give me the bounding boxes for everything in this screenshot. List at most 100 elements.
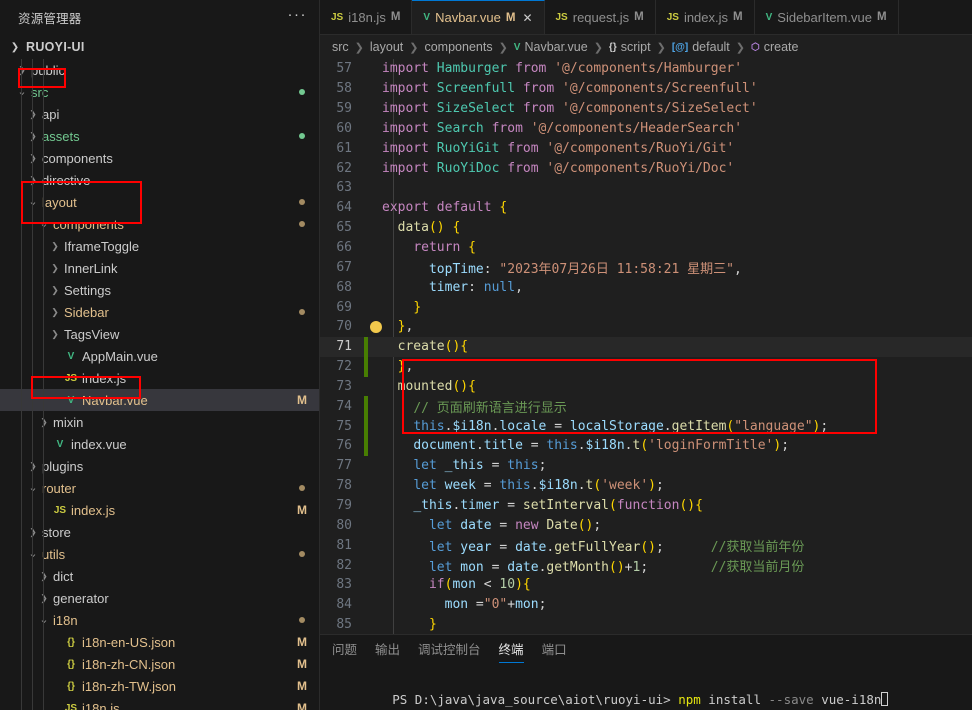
code-line[interactable]: 71 create(){: [320, 336, 972, 357]
tree-item-label: public: [31, 62, 65, 78]
breadcrumb-separator-icon: ❯: [498, 41, 508, 54]
tree-item-i18n-en-us-json[interactable]: {} i18n-en-US.json M: [0, 631, 319, 653]
folder-status-dot: [299, 617, 305, 623]
code-editor[interactable]: 57 import Hamburger from '@/components/Ha…: [320, 59, 972, 634]
tree-item-settings[interactable]: ❯ Settings: [0, 279, 319, 301]
code-line[interactable]: 84 mon ="0"+mon;: [320, 595, 972, 615]
code-line[interactable]: 59 import SizeSelect from '@/components/S…: [320, 99, 972, 119]
terminal-output[interactable]: PS D:\java\java_source\aiot\ruoyi-ui> np…: [320, 665, 972, 710]
code-line[interactable]: 60 import Search from '@/components/Heade…: [320, 119, 972, 139]
tab-request-js[interactable]: JS request.js M: [544, 0, 656, 34]
tree-item-index-vue[interactable]: Vindex.vue: [0, 433, 319, 455]
more-actions-icon[interactable]: ···: [288, 7, 308, 26]
tree-item-navbar-vue[interactable]: V Navbar.vue M: [0, 389, 319, 411]
tree-item-tagsview[interactable]: ❯ TagsView: [0, 323, 319, 345]
code-line[interactable]: 82 let mon = date.getMonth()+1; //获取当前月份: [320, 555, 972, 575]
code-line[interactable]: 61 import RuoYiGit from '@/components/Ruo…: [320, 138, 972, 158]
tree-item-components[interactable]: ⌄ components: [0, 213, 319, 235]
breadcrumb-item-default[interactable]: [@] default: [672, 40, 730, 54]
panel-tab-调试控制台[interactable]: 调试控制台: [418, 635, 481, 665]
tree-item-i18n-zh-tw-json[interactable]: {} i18n-zh-TW.json M: [0, 675, 319, 697]
code-line[interactable]: 63: [320, 178, 972, 198]
tree-item-router[interactable]: ⌄ router: [0, 477, 319, 499]
tree-item-iframetoggle[interactable]: ❯ IframeToggle: [0, 235, 319, 257]
panel-tab-问题[interactable]: 问题: [332, 635, 357, 665]
tab-i18n-js[interactable]: JS i18n.js M: [320, 0, 413, 34]
line-number: 67: [336, 259, 352, 275]
panel-tab-输出[interactable]: 输出: [375, 635, 400, 665]
chevron-right-icon: ❯: [51, 263, 59, 273]
tree-item-store[interactable]: ❯store: [0, 521, 319, 543]
tree-item-components[interactable]: ❯components: [0, 147, 319, 169]
code-text: timer: null,: [428, 279, 523, 295]
tab-navbar-vue[interactable]: V Navbar.vue M ✕: [412, 0, 545, 34]
breadcrumb-item-components[interactable]: components: [424, 40, 492, 54]
code-line[interactable]: 67 topTime: "2023年07月26日 11:58:21 星期三",: [320, 257, 972, 277]
chevron-right-icon: ❯: [37, 411, 51, 433]
tree-item-plugins[interactable]: ❯plugins: [0, 455, 319, 477]
code-line[interactable]: 85 }: [320, 615, 972, 634]
code-line[interactable]: 70 },: [320, 317, 972, 337]
code-line[interactable]: 79 _this.timer = setInterval(function(){: [320, 496, 972, 516]
tree-item-api[interactable]: ❯api: [0, 103, 319, 125]
explorer-root-folder[interactable]: ❯ RUOYI-UI: [0, 35, 319, 59]
code-line[interactable]: 66 return {: [320, 238, 972, 258]
modified-badge: M: [297, 393, 307, 407]
code-line[interactable]: 75 this.$i18n.locale = localStorage.getI…: [320, 416, 972, 437]
close-icon[interactable]: ✕: [522, 11, 532, 25]
breadcrumb-item-navbar-vue[interactable]: V Navbar.vue: [514, 40, 588, 54]
code-line[interactable]: 74 // 页面刷新语言进行显示: [320, 396, 972, 417]
code-line[interactable]: 78 let week = this.$i18n.t('week');: [320, 476, 972, 496]
tree-item-public[interactable]: ❯public: [0, 59, 319, 81]
tree-item-layout[interactable]: ⌄ layout: [0, 191, 319, 213]
code-line[interactable]: 69 }: [320, 297, 972, 317]
code-line[interactable]: 65 data() {: [320, 218, 972, 238]
tree-item-innerlink[interactable]: ❯ InnerLink: [0, 257, 319, 279]
code-line[interactable]: 83 if(mon < 10){: [320, 575, 972, 595]
code-line[interactable]: 76 document.title = this.$i18n.t('loginF…: [320, 436, 972, 456]
tree-item-generator[interactable]: ❯generator: [0, 587, 319, 609]
code-line[interactable]: 81 let year = date.getFullYear(); //获取当前…: [320, 535, 972, 555]
tree-item-assets[interactable]: ❯assets: [0, 125, 319, 147]
code-text: import Search from '@/components/HeaderS…: [382, 120, 743, 136]
tree-item-i18n-zh-cn-json[interactable]: {} i18n-zh-CN.json M: [0, 653, 319, 675]
code-line[interactable]: 73 mounted(){: [320, 377, 972, 397]
code-line[interactable]: 62 import RuoYiDoc from '@/components/Ruo…: [320, 158, 972, 178]
tree-item-appmain-vue[interactable]: V AppMain.vue: [0, 345, 319, 367]
code-line[interactable]: 64 export default {: [320, 198, 972, 218]
code-line[interactable]: 57 import Hamburger from '@/components/Ha…: [320, 59, 972, 79]
lightbulb-quickfix-icon[interactable]: [370, 320, 382, 333]
code-line[interactable]: 80 let date = new Date();: [320, 515, 972, 535]
code-text: }: [413, 299, 422, 315]
tab-modified-indicator: M: [876, 11, 887, 23]
tree-item-index-js[interactable]: JS index.js: [0, 367, 319, 389]
tab-index-js[interactable]: JS index.js M: [655, 0, 755, 34]
explorer-sidebar: 资源管理器 ··· ❯ RUOYI-UI ❯public⌄src❯api❯ass…: [0, 0, 320, 710]
tree-item-mixin[interactable]: ❯mixin: [0, 411, 319, 433]
breadcrumb-item-create[interactable]: ⬡ create: [751, 40, 798, 54]
code-line[interactable]: 58 import Screenfull from '@/components/S…: [320, 79, 972, 99]
breadcrumb-item-layout[interactable]: layout: [370, 40, 403, 54]
tree-item-sidebar[interactable]: ❯ Sidebar: [0, 301, 319, 323]
tree-item-i18n-js[interactable]: JS i18n.js M: [0, 697, 319, 710]
panel-tab-端口[interactable]: 端口: [542, 635, 567, 665]
code-line[interactable]: 77 let _this = this;: [320, 456, 972, 476]
tree-item-dict[interactable]: ❯dict: [0, 565, 319, 587]
symbol-variable-icon: [@]: [671, 41, 689, 53]
tree-item-index-js[interactable]: JS index.js M: [0, 499, 319, 521]
breadcrumb-item-script[interactable]: {} script: [609, 40, 651, 54]
line-number: 68: [336, 279, 352, 295]
breadcrumb-item-src[interactable]: src: [332, 40, 349, 54]
code-line[interactable]: 72 },: [320, 356, 972, 377]
code-line[interactable]: 68 timer: null,: [320, 277, 972, 297]
tree-item-directive[interactable]: ❯directive: [0, 169, 319, 191]
indent-guide: [32, 59, 33, 710]
tab-sidebaritem-vue[interactable]: V SidebarItem.vue M: [754, 0, 899, 34]
code-text: import RuoYiDoc from '@/components/RuoYi…: [382, 160, 735, 176]
panel-tab-终端[interactable]: 终端: [498, 635, 524, 665]
tree-item-i18n[interactable]: ⌄ i18n: [0, 609, 319, 631]
code-text: mounted(){: [397, 378, 476, 394]
tree-item-utils[interactable]: ⌄ utils: [0, 543, 319, 565]
tree-item-src[interactable]: ⌄ src: [0, 81, 319, 103]
breadcrumb-separator-icon: ❯: [656, 41, 666, 54]
